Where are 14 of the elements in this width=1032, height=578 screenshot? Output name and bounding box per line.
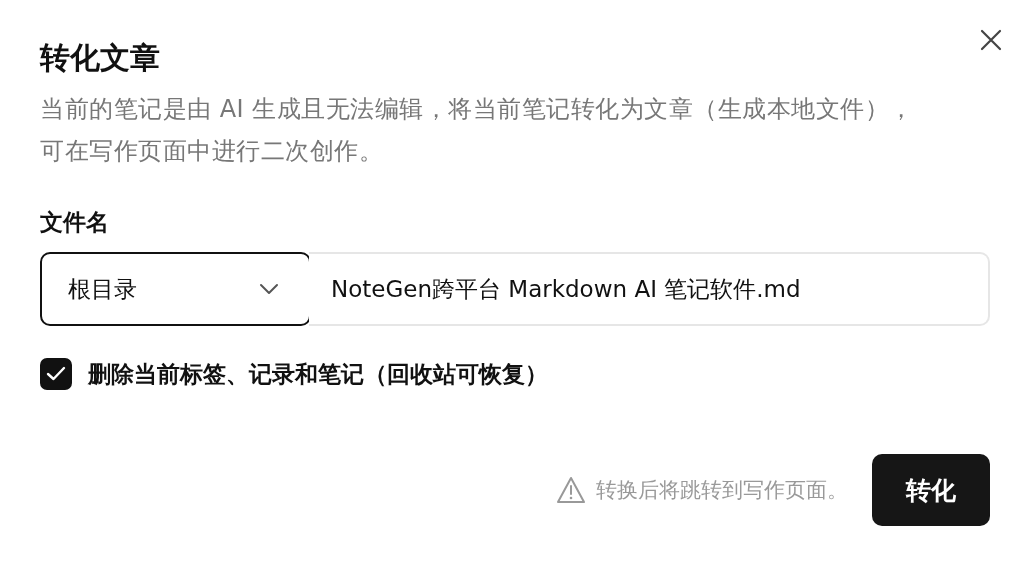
warning-icon bbox=[556, 476, 586, 504]
close-button[interactable] bbox=[980, 29, 1002, 51]
checkbox-label: 删除当前标签、记录和笔记（回收站可恢复） bbox=[88, 359, 548, 389]
dialog-description: 当前的笔记是由 AI 生成且无法编辑，将当前笔记转化为文章（生成本地文件），可在写作页面中进行二次创作。 bbox=[40, 94, 915, 167]
convert-button[interactable]: 转化 bbox=[872, 454, 990, 526]
chevron-down-icon bbox=[259, 283, 279, 295]
file-name-field[interactable]: NoteGen跨平台 Markdown AI 笔记软件.md bbox=[309, 252, 990, 326]
dialog-title: 转化文章 bbox=[40, 39, 161, 77]
checkmark-icon bbox=[46, 366, 66, 382]
field-label: 文件名 bbox=[40, 208, 110, 237]
hint-text: 转换后将跳转到写作页面。 bbox=[596, 477, 848, 504]
close-icon bbox=[980, 29, 1002, 51]
checkbox[interactable] bbox=[40, 358, 72, 390]
folder-select[interactable]: 根目录 bbox=[40, 252, 311, 326]
